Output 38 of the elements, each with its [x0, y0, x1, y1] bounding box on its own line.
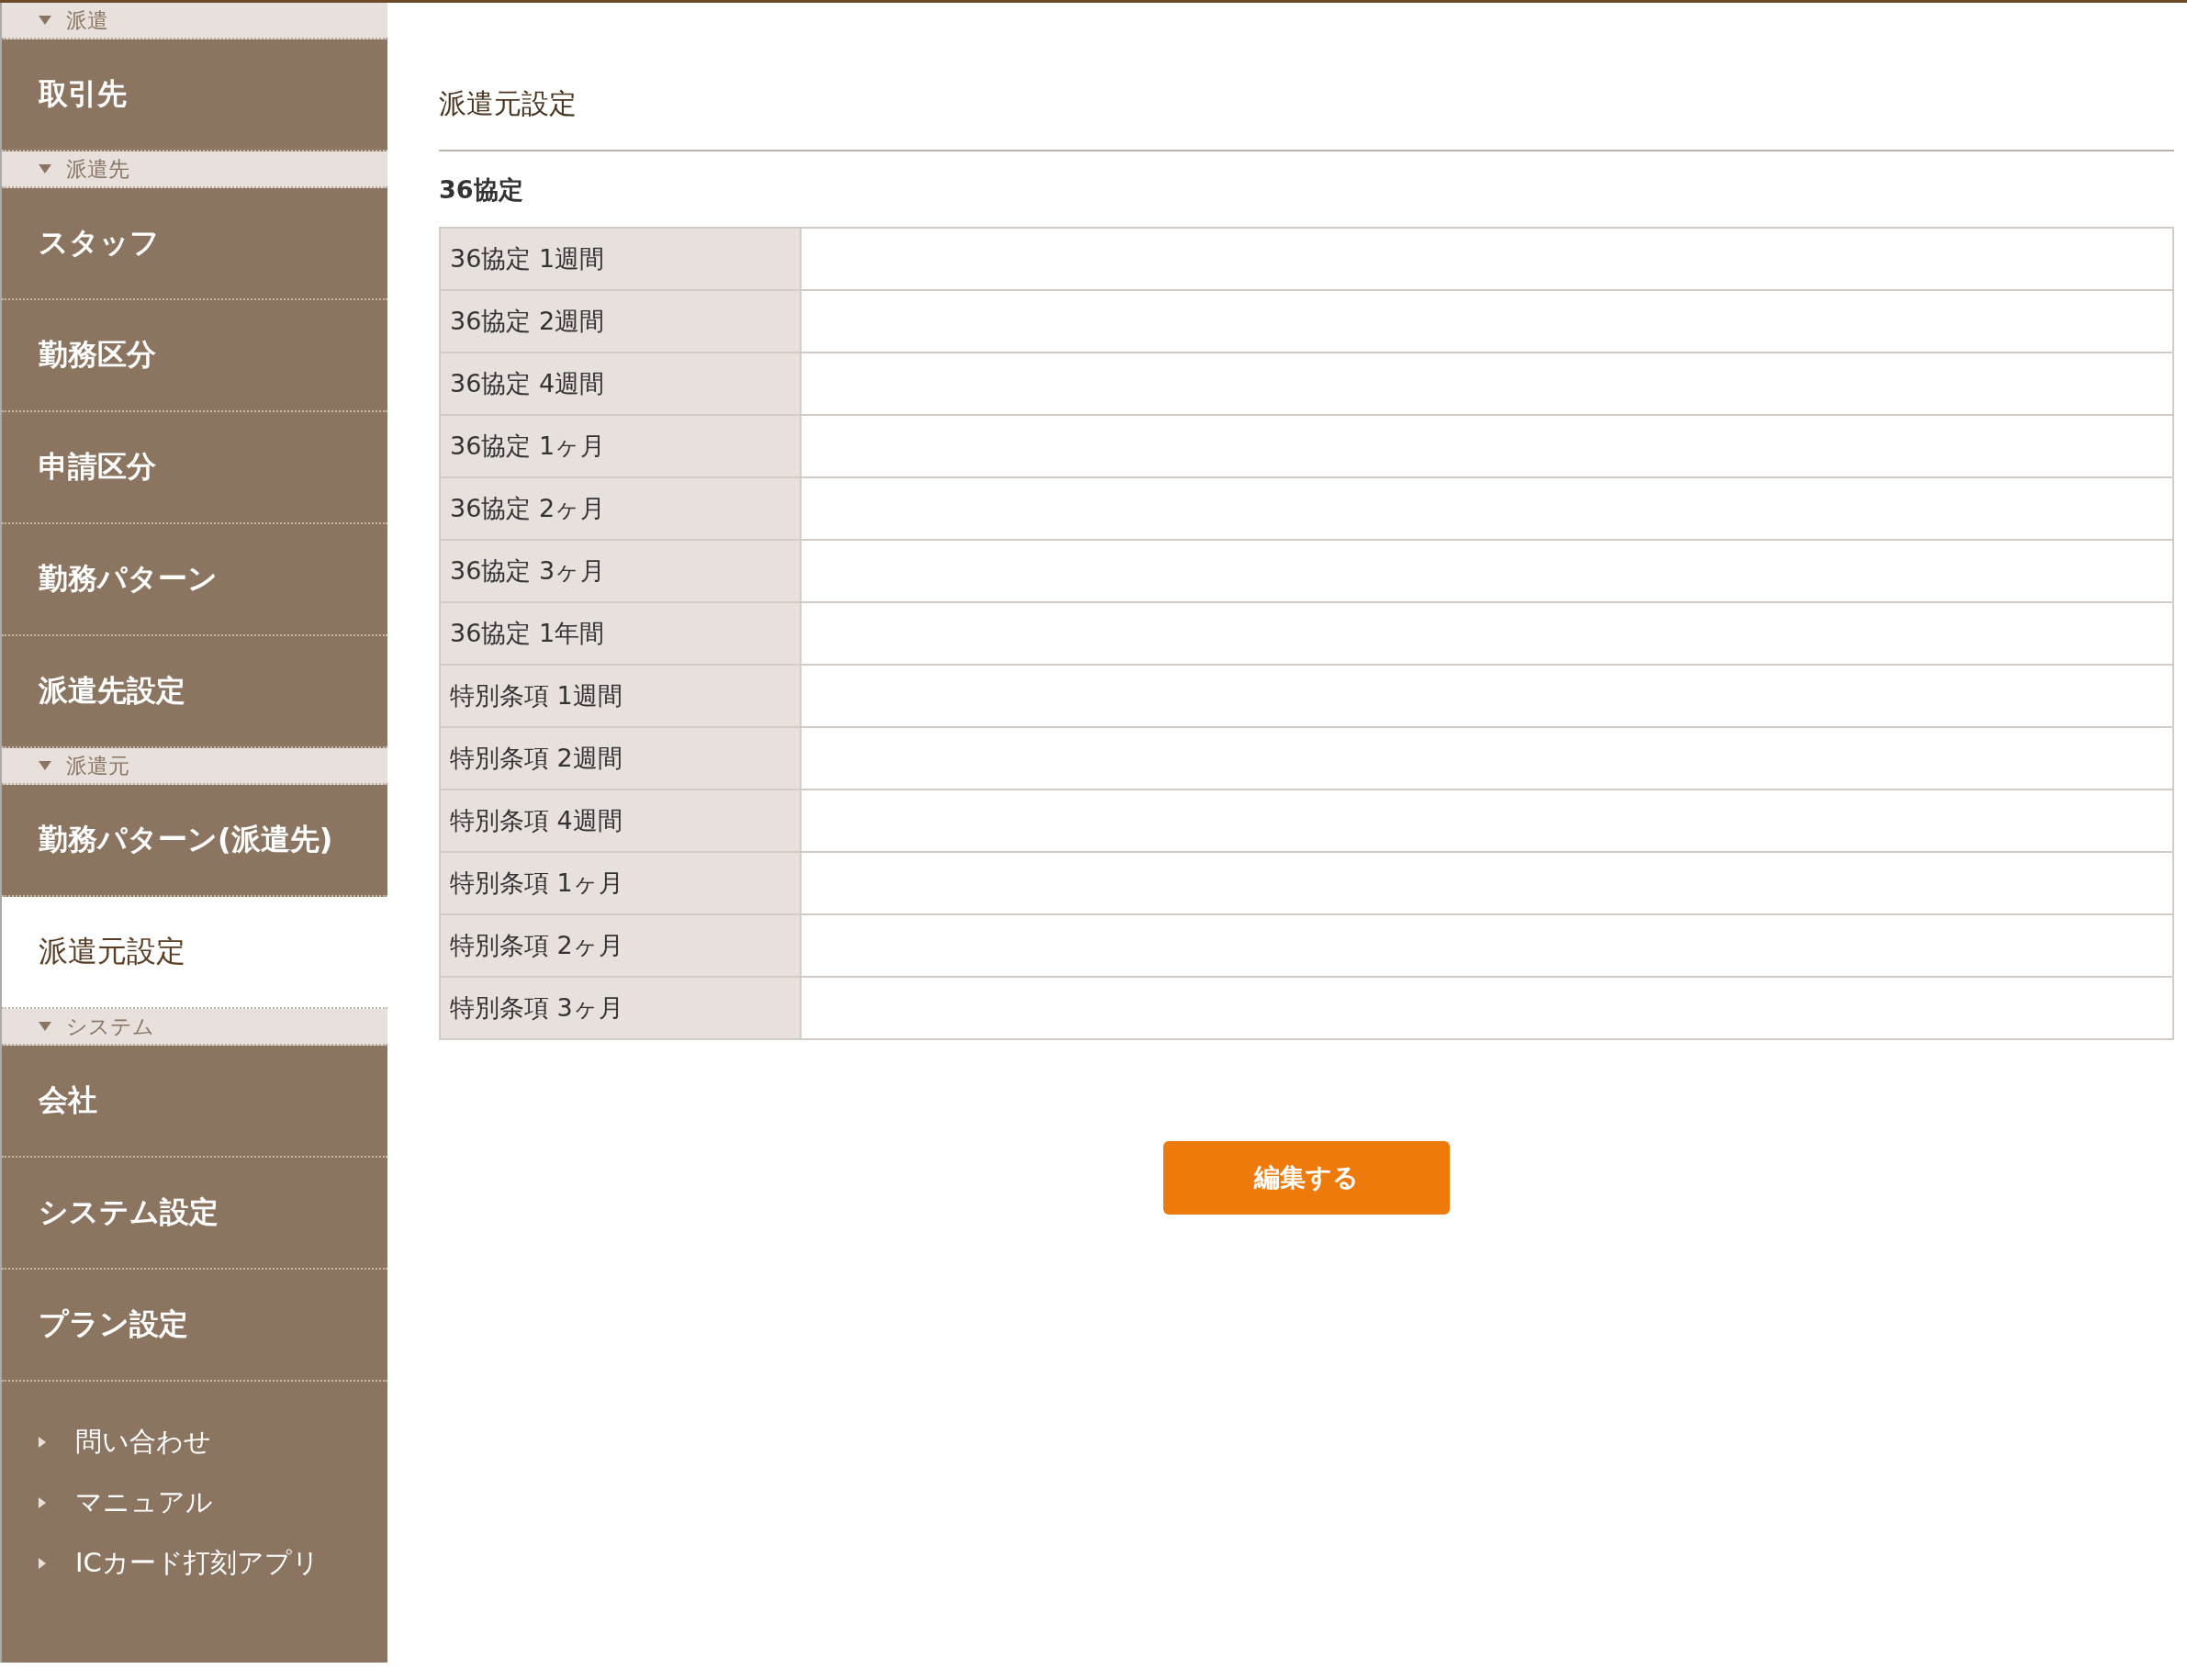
section-header[interactable]: 派遣先	[2, 151, 387, 188]
triangle-icon	[39, 1558, 46, 1569]
section-label: 派遣元	[66, 752, 129, 779]
row-label: 36協定 4週間	[440, 353, 801, 415]
section-label: システム	[66, 1013, 154, 1040]
triangle-icon	[39, 1437, 46, 1448]
page-title: 派遣元設定	[439, 86, 578, 121]
section-header[interactable]: システム	[2, 1009, 387, 1046]
row-label: 特別条項 2ヶ月	[440, 914, 801, 977]
section-title: 36協定	[439, 174, 524, 206]
row-label: 36協定 3ヶ月	[440, 540, 801, 602]
sidebar-link[interactable]: ICカード打刻アプリ	[75, 1545, 320, 1582]
sidebar-link[interactable]: 問い合わせ	[75, 1424, 211, 1461]
sidebar-item[interactable]: 会社	[2, 1046, 387, 1158]
edit-button[interactable]: 編集する	[1163, 1141, 1450, 1215]
sidebar-item[interactable]: スタッフ	[2, 188, 387, 300]
row-label: 36協定 1ヶ月	[440, 415, 801, 477]
section-header[interactable]: 派遣元	[2, 748, 387, 785]
row-label: 特別条項 1週間	[440, 665, 801, 727]
row-label: 36協定 1週間	[440, 228, 801, 290]
section-label: 派遣先	[66, 155, 129, 183]
triangle-icon	[39, 1497, 46, 1508]
sidebar-item[interactable]: 申請区分	[2, 412, 387, 524]
sidebar-item[interactable]: システム設定	[2, 1158, 387, 1270]
sidebar-item[interactable]: 派遣元設定	[2, 897, 387, 1009]
row-label: 36協定 2週間	[440, 290, 801, 353]
section-header[interactable]: 派遣	[2, 3, 387, 39]
section-label: 派遣	[66, 6, 108, 34]
row-label: 特別条項 2週間	[440, 727, 801, 790]
row-label: 特別条項 4週間	[440, 790, 801, 852]
sidebar-link[interactable]: マニュアル	[75, 1484, 213, 1521]
sidebar-item[interactable]: プラン設定	[2, 1270, 387, 1382]
row-label: 特別条項 1ヶ月	[440, 852, 801, 914]
sidebar-item[interactable]: 勤務区分	[2, 300, 387, 412]
row-label: 36協定 1年間	[440, 602, 801, 665]
row-label: 36協定 2ヶ月	[440, 477, 801, 540]
sidebar-item[interactable]: 勤務パターン	[2, 524, 387, 636]
row-label: 特別条項 3ヶ月	[440, 977, 801, 1039]
